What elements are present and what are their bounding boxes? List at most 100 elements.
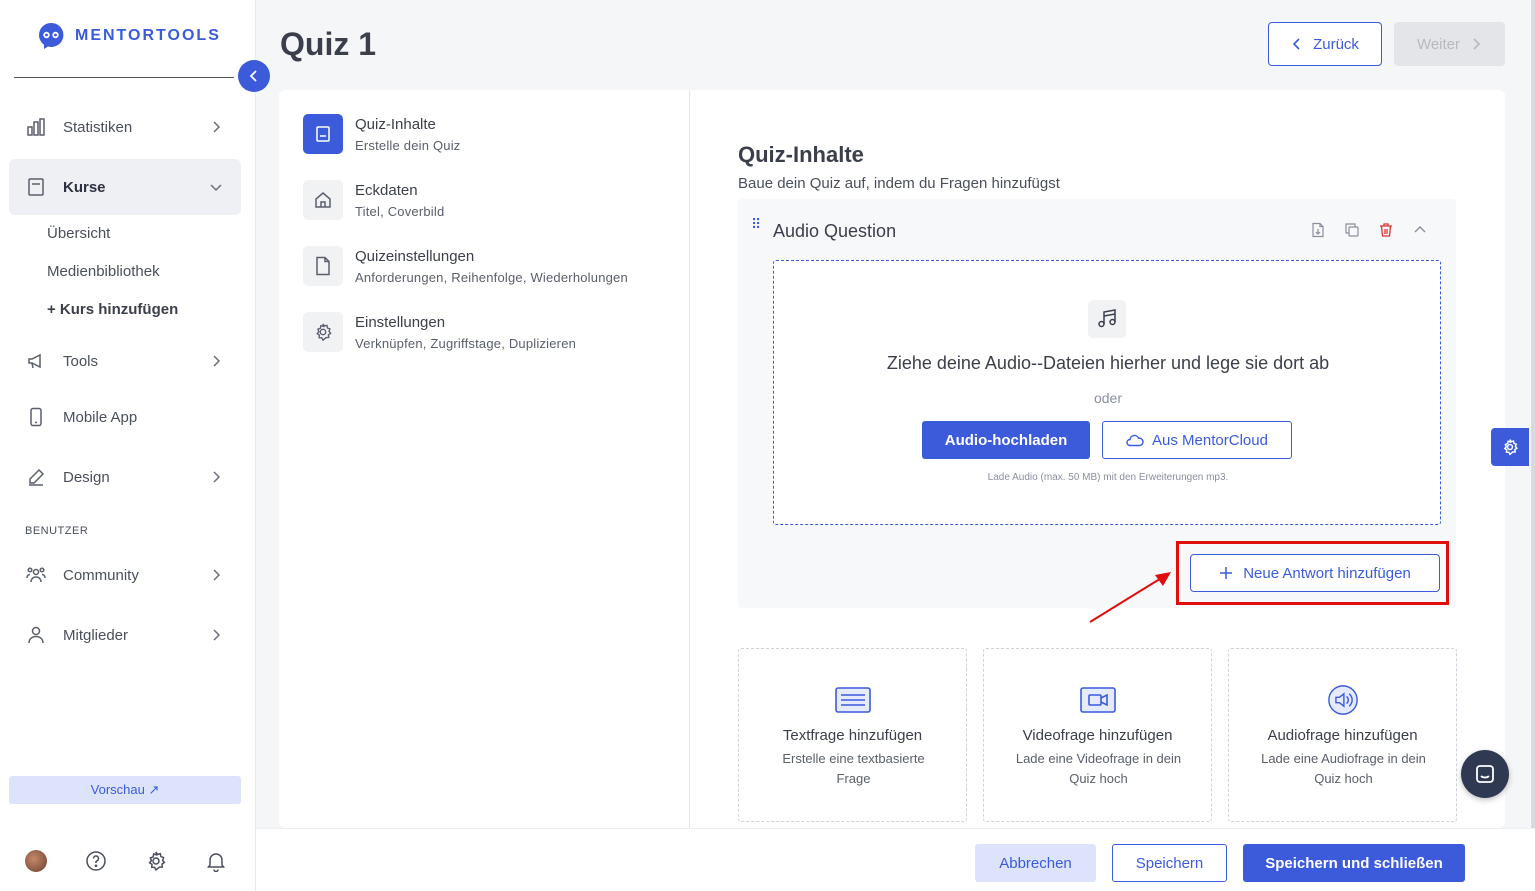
gear-icon	[1503, 439, 1518, 456]
sidebar-item-label: Design	[63, 468, 110, 486]
step-icon	[303, 180, 343, 220]
chevron-left-icon	[249, 70, 257, 82]
text-question-icon	[835, 687, 871, 713]
help-icon[interactable]	[85, 850, 107, 872]
next-button[interactable]: Weiter	[1394, 22, 1505, 66]
logo[interactable]: MENTORTOOLS	[35, 20, 221, 52]
card-divider	[689, 90, 690, 828]
step-eckdaten[interactable]: Eckdaten Titel, Coverbild	[303, 180, 444, 220]
speaker-icon	[1328, 685, 1358, 715]
add-card-subtitle: Erstelle eine textbasierte Frage	[782, 751, 925, 786]
file-import-icon[interactable]	[1310, 222, 1326, 238]
music-note-icon	[1088, 300, 1126, 338]
sidebar-collapse-button[interactable]	[238, 60, 270, 92]
sidebar-item-kurse[interactable]: Kurse	[9, 159, 241, 215]
avatar[interactable]	[25, 850, 47, 872]
add-card-subtitle: Lade eine Videofrage in dein Quiz hoch	[1015, 751, 1182, 786]
step-einstellungen[interactable]: Einstellungen Verknüpfen, Zugriffstage, …	[303, 312, 576, 352]
chevron-up-icon[interactable]	[1412, 222, 1428, 238]
save-and-close-button[interactable]: Speichern und schließen	[1243, 844, 1465, 882]
cancel-button[interactable]: Abbrechen	[975, 844, 1096, 882]
add-video-question-card[interactable]: Videofrage hinzufügen Lade eine Videofra…	[983, 648, 1212, 822]
add-answer-button[interactable]: Neue Antwort hinzufügen	[1190, 554, 1440, 592]
mentorcloud-button-label: Aus MentorCloud	[1152, 431, 1268, 449]
chevron-right-icon	[213, 471, 221, 483]
chat-icon	[1476, 765, 1494, 783]
sidebar-item-design[interactable]: Design	[9, 455, 241, 499]
add-answer-label: Neue Antwort hinzufügen	[1243, 564, 1411, 582]
step-subtitle: Anforderungen, Reihenfolge, Wiederholung…	[355, 270, 628, 285]
save-button[interactable]: Speichern	[1112, 844, 1227, 882]
upload-audio-button[interactable]: Audio-hochladen	[922, 421, 1090, 459]
chevron-right-icon	[213, 629, 221, 641]
chevron-right-icon	[213, 355, 221, 367]
question-title: Audio Question	[773, 221, 897, 241]
sidebar-subitem-uebersicht[interactable]: Übersicht	[47, 225, 110, 242]
sidebar-footer	[25, 850, 227, 872]
sidebar-subitem-medienbibliothek[interactable]: Medienbibliothek	[47, 263, 160, 280]
back-button[interactable]: Zurück	[1268, 22, 1382, 66]
sidebar-item-statistiken[interactable]: Statistiken	[9, 105, 241, 149]
add-audio-question-card[interactable]: Audiofrage hinzufügen Lade eine Audiofra…	[1228, 648, 1457, 822]
step-subtitle: Titel, Coverbild	[355, 204, 445, 219]
user-icon	[28, 626, 44, 644]
sidebar-item-label: Mobile App	[63, 408, 138, 426]
add-text-question-card[interactable]: Textfrage hinzufügen Erstelle eine textb…	[738, 648, 967, 822]
back-button-label: Zurück	[1313, 35, 1359, 53]
step-title: Einstellungen	[355, 314, 446, 331]
gear-icon	[316, 323, 332, 342]
sidebar-item-tools[interactable]: Tools	[9, 339, 241, 383]
bell-icon[interactable]	[205, 850, 227, 872]
cloud-icon	[1126, 434, 1144, 447]
mentorcloud-button[interactable]: Aus MentorCloud	[1102, 421, 1292, 459]
step-icon	[303, 246, 343, 286]
sidebar-item-mitglieder[interactable]: Mitglieder	[9, 613, 241, 657]
content-subtitle: Baue dein Quiz auf, indem du Fragen hinz…	[738, 175, 1060, 192]
step-quiz-inhalte[interactable]: Quiz-Inhalte Erstelle dein Quiz	[303, 114, 460, 154]
sidebar-item-label: Community	[63, 566, 139, 584]
step-icon	[303, 114, 343, 154]
sidebar-divider	[14, 77, 234, 78]
audio-dropzone[interactable]: Ziehe deine Audio--Dateien hierher und l…	[773, 260, 1441, 525]
book-icon	[28, 178, 44, 196]
add-card-title: Audiofrage hinzufügen	[1267, 727, 1418, 744]
add-card-subtitle: Lade eine Audiofrage in dein Quiz hoch	[1261, 751, 1426, 786]
sidebar-item-label: Tools	[63, 352, 99, 370]
brand-name: MENTORTOOLS	[75, 27, 221, 44]
chat-launcher-button[interactable]	[1461, 750, 1509, 798]
sidebar-item-mobile-app[interactable]: Mobile App	[9, 395, 241, 439]
megaphone-icon	[28, 353, 41, 369]
sidebar-subitem-add-course[interactable]: + Kurs hinzufügen	[47, 301, 178, 318]
home-icon	[315, 192, 331, 208]
settings-float-button[interactable]	[1491, 428, 1529, 466]
step-quizeinstellungen[interactable]: Quizeinstellungen Anforderungen, Reihenf…	[303, 246, 628, 286]
phone-icon	[30, 407, 42, 427]
sidebar-item-label: Mitglieder	[63, 626, 129, 644]
trash-icon[interactable]	[1378, 222, 1394, 238]
step-icon	[303, 312, 343, 352]
chevron-down-icon	[210, 184, 222, 192]
bar-chart-icon	[27, 118, 45, 136]
step-title: Eckdaten	[355, 182, 418, 199]
page-title: Quiz 1	[280, 26, 377, 62]
pencil-icon	[29, 468, 45, 486]
dropzone-hint: Lade Audio (max. 50 MB) mit den Erweiter…	[987, 472, 1229, 483]
dropzone-or: oder	[1093, 390, 1123, 406]
question-toolbar	[1310, 222, 1428, 238]
sidebar-item-community[interactable]: Community	[9, 553, 241, 597]
scrollbar[interactable]	[1531, 0, 1535, 828]
section-label-benutzer: BENUTZER	[25, 525, 89, 537]
copy-icon[interactable]	[1344, 222, 1360, 238]
chevron-right-icon	[213, 569, 221, 581]
preview-button[interactable]: Vorschau ↗	[9, 776, 241, 804]
gear-icon[interactable]	[145, 850, 167, 872]
chevron-right-icon	[213, 121, 221, 133]
dropzone-title: Ziehe deine Audio--Dateien hierher und l…	[886, 353, 1330, 373]
drag-handle-icon[interactable]: ⠿	[751, 217, 761, 231]
question-block: ⠿ Audio Question Ziehe deine Audio--Date…	[738, 199, 1456, 608]
sidebar: MENTORTOOLS Statistiken Kurse Übersicht …	[0, 0, 256, 891]
robot-face-icon	[39, 22, 64, 49]
book-icon	[316, 126, 330, 142]
file-icon	[316, 256, 330, 276]
plus-icon	[1220, 567, 1233, 579]
